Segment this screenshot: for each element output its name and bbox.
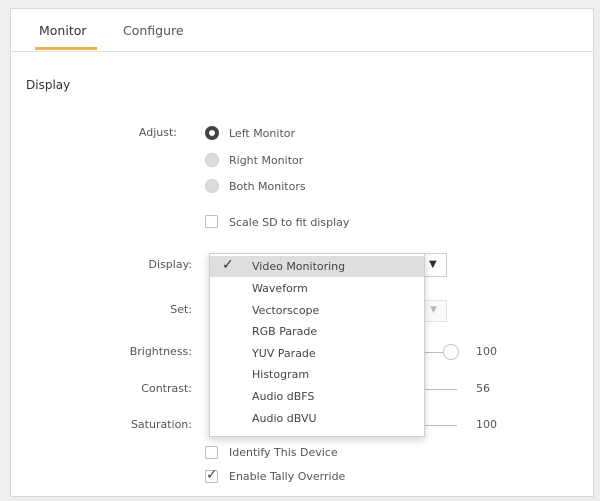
radio-right-monitor-label[interactable]: Right Monitor [229, 154, 303, 167]
radio-both-monitors-label[interactable]: Both Monitors [229, 180, 306, 193]
menu-item-label: Waveform [252, 282, 308, 295]
caret-down-icon: ▼ [430, 305, 437, 315]
menu-item-label: Vectorscope [252, 304, 320, 317]
radio-left-monitor-label[interactable]: Left Monitor [229, 127, 295, 140]
menu-item-label: Audio dBVU [252, 412, 317, 425]
checkmark-icon: ✓ [222, 257, 234, 273]
set-dropdown-button[interactable]: ▼ [423, 300, 447, 322]
tally-override-checkbox[interactable]: ✓ [205, 467, 218, 483]
contrast-value: 56 [476, 382, 490, 395]
radio-left-monitor[interactable] [205, 126, 219, 140]
tab-monitor[interactable]: Monitor [39, 23, 87, 38]
menu-item-rgb-parade[interactable]: RGB Parade [210, 321, 424, 342]
settings-panel: Monitor Configure Display Adjust: Left M… [10, 8, 594, 497]
saturation-slider-track[interactable] [423, 425, 457, 426]
contrast-label: Contrast: [141, 382, 192, 395]
brightness-value: 100 [476, 345, 497, 358]
menu-item-waveform[interactable]: Waveform [210, 278, 424, 299]
menu-item-yuv-parade[interactable]: YUV Parade [210, 343, 424, 364]
radio-right-monitor[interactable] [205, 153, 219, 167]
menu-item-histogram[interactable]: Histogram [210, 364, 424, 385]
caret-down-icon: ▼ [429, 259, 437, 270]
identify-device-label[interactable]: Identify This Device [229, 446, 338, 459]
tally-override-label[interactable]: Enable Tally Override [229, 470, 345, 483]
checkmark-icon: ✓ [206, 467, 218, 483]
brightness-label: Brightness: [129, 345, 192, 358]
menu-item-label: Histogram [252, 368, 310, 381]
menu-item-label: RGB Parade [252, 325, 318, 338]
saturation-value: 100 [476, 418, 497, 431]
menu-item-label: Video Monitoring [252, 260, 346, 273]
display-dropdown-menu: ✓ Video Monitoring Waveform Vectorscope … [209, 253, 425, 437]
radio-both-monitors[interactable] [205, 179, 219, 193]
menu-item-label: Audio dBFS [252, 390, 315, 403]
scale-sd-label[interactable]: Scale SD to fit display [229, 216, 349, 229]
adjust-label: Adjust: [138, 126, 177, 139]
display-label: Display: [148, 258, 192, 271]
menu-item-audio-dbfs[interactable]: Audio dBFS [210, 386, 424, 407]
section-title-display: Display [26, 78, 71, 92]
menu-item-audio-dbvu[interactable]: Audio dBVU [210, 408, 424, 429]
tab-bar: Monitor Configure [11, 9, 593, 52]
contrast-slider-track[interactable] [423, 389, 457, 390]
set-label: Set: [170, 303, 192, 316]
menu-item-video-monitoring[interactable]: ✓ Video Monitoring [210, 256, 424, 277]
identify-device-checkbox[interactable] [205, 446, 218, 459]
tab-configure[interactable]: Configure [123, 23, 184, 38]
saturation-label: Saturation: [130, 418, 192, 431]
active-tab-indicator [35, 47, 97, 50]
scale-sd-checkbox[interactable] [205, 215, 218, 228]
display-dropdown-button[interactable]: ▼ [423, 253, 447, 277]
brightness-slider-handle[interactable] [443, 344, 459, 360]
menu-item-vectorscope[interactable]: Vectorscope [210, 300, 424, 321]
menu-item-label: YUV Parade [252, 347, 316, 360]
